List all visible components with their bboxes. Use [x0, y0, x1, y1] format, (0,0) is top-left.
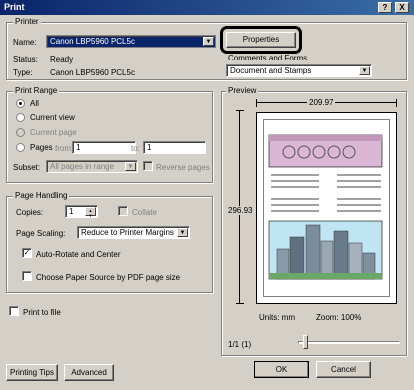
page-handling-legend: Page Handling: [13, 191, 70, 200]
page-scaling-value: Reduce to Printer Margins: [81, 228, 174, 237]
printing-tips-button[interactable]: Printing Tips: [6, 364, 58, 381]
radio-current-view[interactable]: [16, 113, 25, 122]
help-button[interactable]: ?: [378, 2, 392, 13]
cancel-label: Cancel: [331, 365, 356, 374]
copies-stepper[interactable]: 1 ▲ ▼: [65, 205, 98, 218]
auto-rotate-label: Auto-Rotate and Center: [36, 250, 121, 259]
radio-pages[interactable]: [16, 143, 25, 152]
subset-label: Subset:: [13, 163, 41, 172]
comments-label: Comments and Forms: [228, 55, 308, 60]
collate-checkbox[interactable]: [118, 206, 128, 216]
radio-current-view-label: Current view: [30, 113, 75, 122]
radio-pages-label: Pages: [30, 143, 53, 152]
copies-label: Copies:: [16, 208, 44, 217]
radio-all-label: All: [30, 99, 39, 108]
chevron-down-icon[interactable]: ▼: [177, 228, 188, 237]
subset-select[interactable]: All pages in range ▼: [46, 160, 138, 173]
zoom-label: Zoom: 100%: [316, 313, 362, 322]
properties-label: Properties: [242, 35, 280, 44]
to-value: 1: [147, 143, 152, 152]
print-to-file-checkbox[interactable]: [9, 306, 19, 316]
from-label: from:: [55, 144, 74, 153]
reverse-pages-label: Reverse pages: [156, 163, 210, 172]
collate-label: Collate: [132, 208, 157, 217]
status-label: Status:: [13, 55, 38, 64]
printer-legend: Printer: [13, 17, 41, 26]
choose-paper-label: Choose Paper Source by PDF page size: [36, 273, 181, 282]
subset-value: All pages in range: [50, 162, 115, 171]
from-value: 1: [76, 143, 81, 152]
page-content-illustration: [268, 134, 383, 280]
preview-legend: Preview: [226, 86, 259, 95]
radio-selected-dot: [19, 102, 22, 105]
type-label: Type:: [13, 68, 33, 77]
close-button[interactable]: X: [395, 2, 409, 13]
page-slider-thumb[interactable]: [302, 335, 308, 349]
choose-paper-checkbox[interactable]: [22, 271, 32, 281]
cancel-button[interactable]: Cancel: [316, 361, 371, 378]
page-preview: [256, 112, 397, 304]
advanced-button[interactable]: Advanced: [64, 364, 114, 381]
page-slider-track[interactable]: [298, 341, 400, 344]
radio-current-page-label: Current page: [30, 128, 77, 137]
page-indicator: 1/1 (1): [228, 340, 252, 349]
printing-tips-label: Printing Tips: [9, 368, 55, 377]
comments-select[interactable]: Document and Stamps ▼: [226, 64, 372, 77]
copies-value: 1: [69, 207, 74, 216]
printer-name-value: Canon LBP5960 PCL5c: [50, 37, 135, 46]
chevron-down-icon[interactable]: ▼: [125, 162, 136, 171]
printer-name-label: Name:: [13, 38, 37, 47]
spin-arrows-icon[interactable]: ▲ ▼: [85, 207, 96, 217]
ok-button[interactable]: OK: [254, 361, 309, 378]
type-value: Canon LBP5960 PCL5c: [50, 68, 135, 77]
preview-height: 296.93: [228, 206, 253, 215]
ok-label: OK: [275, 365, 288, 374]
to-input[interactable]: 1: [143, 141, 206, 154]
chevron-down-icon[interactable]: ▼: [203, 37, 214, 46]
reverse-pages-checkbox[interactable]: [143, 161, 153, 171]
units-label: Units: mm: [259, 313, 295, 322]
properties-button[interactable]: Properties: [226, 32, 296, 48]
print-dialog: Print ? X Printer Name: Canon LBP5960 PC…: [0, 0, 414, 390]
comments-value: Document and Stamps: [230, 66, 312, 75]
print-to-file-label: Print to file: [23, 308, 61, 317]
radio-current-page[interactable]: [16, 128, 25, 137]
printer-name-select[interactable]: Canon LBP5960 PCL5c ▼: [46, 35, 216, 48]
auto-rotate-checkbox[interactable]: ✓: [22, 248, 32, 258]
title-bar: Print ? X: [0, 0, 414, 15]
print-range-legend: Print Range: [13, 86, 60, 95]
from-input[interactable]: 1: [72, 141, 136, 154]
radio-all[interactable]: [16, 99, 25, 108]
page-scaling-label: Page Scaling:: [16, 229, 66, 238]
to-label: to:: [131, 144, 140, 153]
advanced-label: Advanced: [71, 368, 107, 377]
chevron-down-icon[interactable]: ▼: [359, 66, 370, 75]
page-scaling-select[interactable]: Reduce to Printer Margins ▼: [77, 226, 190, 239]
preview-width: 209.97: [307, 98, 336, 107]
window-title: Print: [4, 2, 25, 12]
status-value: Ready: [50, 55, 74, 64]
